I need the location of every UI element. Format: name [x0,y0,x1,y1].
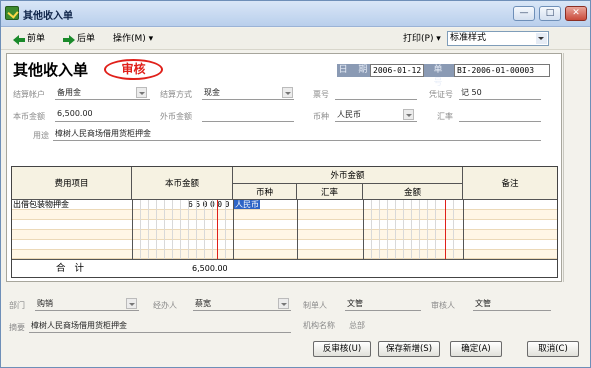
print-style-value: 标准样式 [450,33,487,43]
window-title: 其他收入单 [23,11,73,22]
row-currency[interactable]: 人民币 [234,200,260,209]
document-title: 其他收入单 [13,61,89,79]
chevron-down-icon [536,33,547,44]
summary-field[interactable] [29,332,291,333]
print-label: 打印(P) ▾ [403,34,441,44]
dept-field[interactable] [35,310,139,311]
auditor-value: 文管 [475,299,491,308]
purpose-field[interactable] [53,140,541,141]
docno-field[interactable]: BI-2006-01-00003 [454,64,550,77]
arrow-right-icon [63,34,75,45]
table-row[interactable] [12,230,557,240]
summary-value: 樟树人民商场借用货柜押金 [31,321,127,330]
rate-field[interactable] [459,121,541,122]
col-header-remark: 备注 [463,167,557,200]
total-value: 6,500.00 [192,264,228,273]
docno-label: 单 号 [424,64,456,88]
table-row[interactable]: 出借包装物押金 650000 人民币 [12,200,557,210]
audit-stamp: 审核 [104,59,163,80]
account-dropdown-icon[interactable] [136,87,147,98]
col-header-foreign-amount: 外币金额 [233,167,463,184]
table-row[interactable] [12,210,557,220]
col-header-rate: 汇率 [297,184,363,200]
method-dropdown-icon[interactable] [282,87,293,98]
foreign-amount-field[interactable] [202,121,294,122]
next-doc-button[interactable]: 后单 [63,32,95,47]
account-field[interactable] [55,99,150,100]
ok-button[interactable]: 确定(A) [450,341,502,357]
close-button[interactable]: ✕ [565,6,587,21]
form-divider [563,53,564,282]
col-header-item: 费用项目 [12,167,132,200]
toolbar: 前单 后单 操作(M) ▾ 打印(P) ▾ 标准样式 [1,28,590,50]
col-header-amount: 金额 [363,184,463,200]
other-income-window: 其他收入单 — □ ✕ 前单 后单 操作(M) ▾ 打印(P) ▾ 标准样式 其… [0,0,591,368]
purpose-label: 用途 [33,131,49,140]
currency-field[interactable] [335,121,417,122]
date-label: 日 期 [337,64,373,77]
handler-label: 经办人 [153,301,177,310]
currency-dropdown-icon[interactable] [403,109,414,120]
cancel-button[interactable]: 取消(C) [527,341,579,357]
foreign-amount-label: 外币金额 [160,112,192,121]
handler-dropdown-icon[interactable] [278,298,289,309]
org-label: 机构名称 [303,321,335,330]
maximize-button[interactable]: □ [539,6,561,21]
auditor-field [473,310,551,311]
print-style-select[interactable]: 标准样式 [447,31,549,46]
total-label: 合 计 [56,263,88,274]
operations-label: 操作(M) ▾ [113,34,154,44]
title-bar[interactable]: 其他收入单 — □ ✕ [1,1,590,27]
account-value: 备用金 [57,88,81,97]
table-row[interactable] [12,250,557,259]
currency-label: 币种 [313,112,329,121]
expense-grid: 费用项目 本币金额 外币金额 币种 汇率 金额 备注 出借包装物押金 65000… [11,166,558,278]
method-value: 现金 [204,88,220,97]
ticket-label: 票号 [313,90,329,99]
unaudit-button[interactable]: 反审核(U) [313,341,371,357]
total-row: 合 计 6,500.00 [12,259,557,277]
table-row[interactable] [12,220,557,230]
currency-value: 人民币 [337,110,361,119]
print-menu[interactable]: 打印(P) ▾ [403,32,441,47]
arrow-left-icon [13,34,25,45]
voucher-label: 凭证号 [429,90,453,99]
operations-menu[interactable]: 操作(M) ▾ [113,32,153,47]
ticket-field[interactable] [335,99,417,100]
base-amount-field[interactable] [55,121,150,122]
summary-label: 摘要 [9,323,25,332]
prev-doc-button[interactable]: 前单 [13,32,45,47]
handler-field[interactable] [193,310,291,311]
handler-value: 蔡宽 [195,299,211,308]
maker-label: 制单人 [303,301,327,310]
row-item: 出借包装物押金 [13,200,69,209]
col-header-base-amount: 本币金额 [132,167,233,200]
method-field[interactable] [202,99,294,100]
auditor-label: 审核人 [431,301,455,310]
base-amount-value: 6,500.00 [57,109,93,118]
dept-value: 购销 [37,299,53,308]
form-area: 其他收入单 审核 日 期 2006-01-12 单 号 BI-2006-01-0… [6,53,562,282]
rate-label: 汇率 [437,112,453,121]
account-label: 结算帐户 [13,90,45,99]
dept-dropdown-icon[interactable] [126,298,137,309]
purpose-value: 樟树人民商场借用货柜押金 [55,129,151,138]
voucher-value: 记 50 [461,88,482,97]
col-header-currency: 币种 [233,184,297,200]
save-new-button[interactable]: 保存新增(S) [378,341,440,357]
prev-doc-label: 前单 [27,34,46,44]
next-doc-label: 后单 [77,34,96,44]
table-row[interactable] [12,240,557,250]
voucher-field[interactable] [459,99,541,100]
maker-field [345,310,421,311]
base-amount-label: 本币金额 [13,112,45,121]
app-check-icon [5,6,19,20]
date-field[interactable]: 2006-01-12 [370,64,424,77]
maker-value: 文管 [347,299,363,308]
org-value: 总部 [349,321,365,330]
dept-label: 部门 [9,301,25,310]
method-label: 结算方式 [160,90,192,99]
minimize-button[interactable]: — [513,6,535,21]
